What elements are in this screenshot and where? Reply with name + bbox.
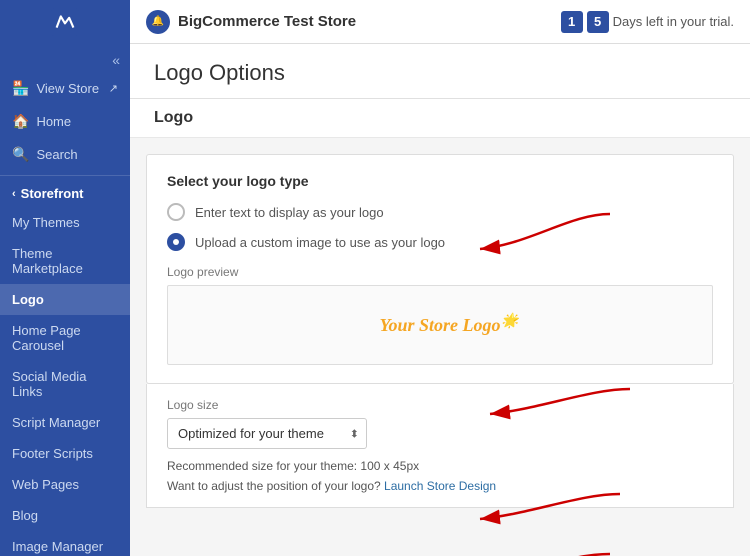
sidebar-section-storefront[interactable]: ‹ Storefront bbox=[0, 180, 130, 207]
home-icon: 🏠 bbox=[12, 113, 29, 130]
annotation-area: Select your logo type Enter text to disp… bbox=[130, 154, 750, 508]
sidebar-item-search[interactable]: 🔍 Search bbox=[0, 138, 130, 171]
radio-text-circle[interactable] bbox=[167, 203, 185, 221]
topbar-content: 🔔 BigCommerce Test Store 1 5 Days left i… bbox=[130, 10, 750, 34]
radio-option-image[interactable]: Upload a custom image to use as your log… bbox=[167, 233, 713, 251]
collapse-icon[interactable]: « bbox=[112, 52, 120, 68]
red-arrow-4 bbox=[440, 544, 620, 556]
sidebar-item-home-page-carousel[interactable]: Home Page Carousel bbox=[0, 315, 130, 361]
sidebar-item-view-store[interactable]: 🏪 View Store ↗ bbox=[0, 72, 130, 105]
store-avatar: 🔔 bbox=[146, 10, 170, 34]
sidebar-item-my-themes[interactable]: My Themes bbox=[0, 207, 130, 238]
size-select[interactable]: Optimized for your theme bbox=[167, 418, 367, 449]
sidebar: « 🏪 View Store ↗ 🏠 Home 🔍 Search ‹ Store… bbox=[0, 44, 130, 556]
main-content: Logo Options Logo bbox=[130, 44, 750, 556]
external-icon: ↗ bbox=[109, 82, 118, 95]
launch-store-design-link[interactable]: Launch Store Design bbox=[384, 479, 496, 493]
store-icon: 🏪 bbox=[12, 80, 29, 97]
size-section: Logo size Optimized for your theme ⬍ Rec… bbox=[146, 384, 734, 508]
logo-preview-text: Your Store Logo bbox=[379, 315, 500, 336]
rec-size-text: Recommended size for your theme: 100 x 4… bbox=[167, 459, 713, 473]
preview-label: Logo preview bbox=[167, 265, 713, 279]
trial-day2: 5 bbox=[587, 11, 609, 33]
section-arrow-icon: ‹ bbox=[12, 188, 16, 200]
section-title: Logo bbox=[130, 99, 750, 138]
trial-day1: 1 bbox=[561, 11, 583, 33]
topbar-logo bbox=[0, 0, 130, 44]
radio-image-label: Upload a custom image to use as your log… bbox=[195, 235, 445, 250]
adjust-text: Want to adjust the position of your logo… bbox=[167, 479, 713, 493]
logo-type-title: Select your logo type bbox=[167, 173, 713, 189]
sidebar-item-logo[interactable]: Logo bbox=[0, 284, 130, 315]
sidebar-item-script-manager[interactable]: Script Manager bbox=[0, 407, 130, 438]
store-name: 🔔 BigCommerce Test Store bbox=[146, 10, 356, 34]
sidebar-item-blog[interactable]: Blog bbox=[0, 500, 130, 531]
logo-preview-box: Your Store Logo bbox=[167, 285, 713, 365]
size-select-wrap: Optimized for your theme ⬍ bbox=[167, 418, 367, 449]
sidebar-item-social-media-links[interactable]: Social Media Links bbox=[0, 361, 130, 407]
sidebar-item-image-manager[interactable]: Image Manager bbox=[0, 531, 130, 556]
radio-text-label: Enter text to display as your logo bbox=[195, 205, 384, 220]
sidebar-item-theme-marketplace[interactable]: Theme Marketplace bbox=[0, 238, 130, 284]
sidebar-item-web-pages[interactable]: Web Pages bbox=[0, 469, 130, 500]
trial-text: Days left in your trial. bbox=[613, 14, 734, 29]
radio-group: Enter text to display as your logo Uploa… bbox=[167, 203, 713, 251]
sidebar-item-home[interactable]: 🏠 Home bbox=[0, 105, 130, 138]
logo-type-card: Select your logo type Enter text to disp… bbox=[146, 154, 734, 384]
sidebar-item-footer-scripts[interactable]: Footer Scripts bbox=[0, 438, 130, 469]
search-icon: 🔍 bbox=[12, 146, 29, 163]
trial-badge: 1 5 Days left in your trial. bbox=[561, 11, 734, 33]
sidebar-collapse[interactable]: « bbox=[0, 44, 130, 72]
radio-image-circle[interactable] bbox=[167, 233, 185, 251]
topbar: 🔔 BigCommerce Test Store 1 5 Days left i… bbox=[0, 0, 750, 44]
page-title: Logo Options bbox=[130, 44, 750, 99]
size-label: Logo size bbox=[167, 398, 713, 412]
radio-option-text[interactable]: Enter text to display as your logo bbox=[167, 203, 713, 221]
